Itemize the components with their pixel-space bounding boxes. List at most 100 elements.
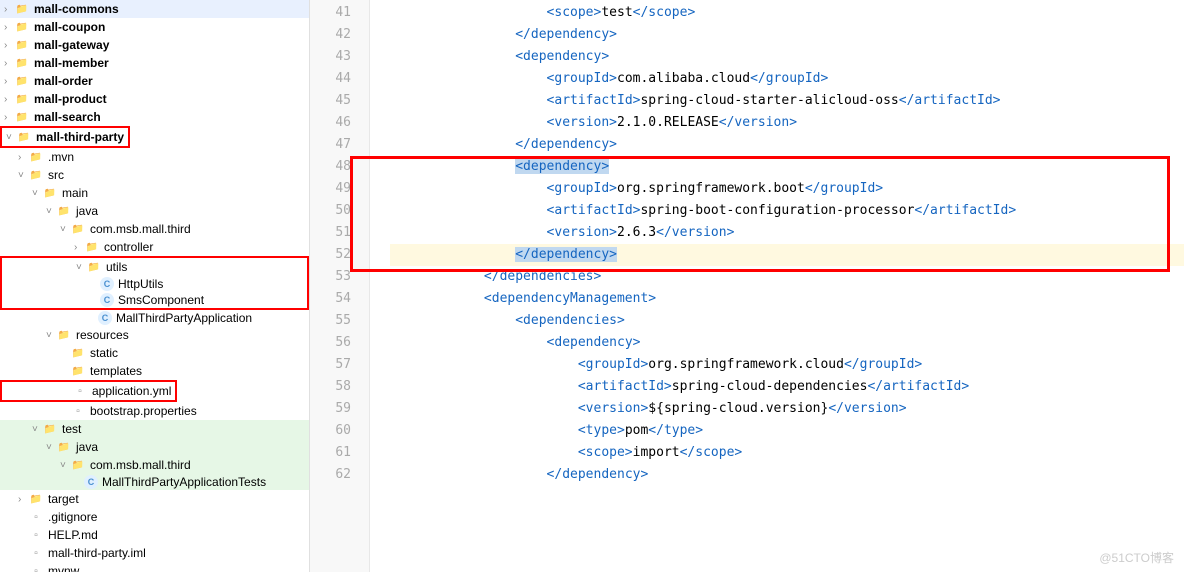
- tree-item-label: mall-coupon: [34, 20, 105, 34]
- code-line-60[interactable]: <type>pom</type>: [390, 420, 1184, 442]
- tree-item-label: SmsComponent: [118, 293, 204, 307]
- expand-arrow[interactable]: ›: [4, 112, 14, 123]
- tree-item-controller[interactable]: ›📁controller: [0, 238, 309, 256]
- tree-item-mvnw[interactable]: ▫mvnw: [0, 562, 309, 572]
- xml-text: spring-boot-configuration-processor: [640, 203, 914, 218]
- tree-item-mall-third-party-iml[interactable]: ▫mall-third-party.iml: [0, 544, 309, 562]
- tree-item-label: MallThirdPartyApplicationTests: [102, 475, 266, 489]
- tree-item-mall-gateway[interactable]: ›📁mall-gateway: [0, 36, 309, 54]
- expand-arrow[interactable]: ˅: [32, 188, 42, 199]
- expand-arrow[interactable]: ˅: [6, 132, 16, 143]
- folder-icon: 📁: [56, 439, 72, 455]
- code-line-49[interactable]: <groupId>org.springframework.boot</group…: [390, 178, 1184, 200]
- line-number: 55: [310, 310, 369, 332]
- code-line-41[interactable]: <scope>test</scope>: [390, 2, 1184, 24]
- code-line-62[interactable]: </dependency>: [390, 464, 1184, 486]
- xml-text: 2.6.3: [617, 225, 656, 240]
- xml-tag: </dependency>: [515, 27, 617, 42]
- expand-arrow[interactable]: ›: [4, 4, 14, 15]
- tree-item-java[interactable]: ˅📁java: [0, 202, 309, 220]
- code-line-42[interactable]: </dependency>: [390, 24, 1184, 46]
- code-line-55[interactable]: <dependencies>: [390, 310, 1184, 332]
- code-line-44[interactable]: <groupId>com.alibaba.cloud</groupId>: [390, 68, 1184, 90]
- code-line-59[interactable]: <version>${spring-cloud.version}</versio…: [390, 398, 1184, 420]
- folder-icon: 📁: [14, 109, 30, 125]
- code-editor[interactable]: 4142434445464748495051525354555657585960…: [310, 0, 1184, 572]
- tree-item-src[interactable]: ˅📁src: [0, 166, 309, 184]
- code-line-61[interactable]: <scope>import</scope>: [390, 442, 1184, 464]
- tree-item-application-yml[interactable]: ▫application.yml: [2, 382, 175, 400]
- expand-arrow[interactable]: ›: [4, 40, 14, 51]
- code-area[interactable]: <scope>test</scope> </dependency> <depen…: [370, 0, 1184, 572]
- tree-item-mall-coupon[interactable]: ›📁mall-coupon: [0, 18, 309, 36]
- expand-arrow[interactable]: ˅: [32, 424, 42, 435]
- code-line-51[interactable]: <version>2.6.3</version>: [390, 222, 1184, 244]
- tree-item-java[interactable]: ˅📁 java: [0, 438, 309, 456]
- tree-item-label: mall-commons: [34, 2, 119, 16]
- tree-item-templates[interactable]: 📁templates: [0, 362, 309, 380]
- code-line-47[interactable]: </dependency>: [390, 134, 1184, 156]
- code-line-46[interactable]: <version>2.1.0.RELEASE</version>: [390, 112, 1184, 134]
- tree-item--mvn[interactable]: ›📁.mvn: [0, 148, 309, 166]
- tree-item--gitignore[interactable]: ▫.gitignore: [0, 508, 309, 526]
- folder-icon: 📁: [28, 491, 44, 507]
- tree-item-test[interactable]: ˅📁test: [0, 420, 309, 438]
- tree-item-label: java: [76, 204, 98, 218]
- expand-arrow[interactable]: ˅: [60, 224, 70, 235]
- tree-item-mallthirdpartyapplication[interactable]: CMallThirdPartyApplication: [0, 310, 309, 326]
- expand-arrow[interactable]: ›: [4, 58, 14, 69]
- code-line-56[interactable]: <dependency>: [390, 332, 1184, 354]
- code-line-57[interactable]: <groupId>org.springframework.cloud</grou…: [390, 354, 1184, 376]
- tree-item-mall-product[interactable]: ›📁mall-product: [0, 90, 309, 108]
- expand-arrow[interactable]: ›: [4, 94, 14, 105]
- code-line-58[interactable]: <artifactId>spring-cloud-dependencies</a…: [390, 376, 1184, 398]
- tree-item-com-msb-mall-third[interactable]: ˅📁com.msb.mall.third: [0, 456, 309, 474]
- folder-icon: 📁: [86, 259, 102, 275]
- expand-arrow[interactable]: ›: [4, 22, 14, 33]
- code-line-54[interactable]: <dependencyManagement>: [390, 288, 1184, 310]
- code-line-50[interactable]: <artifactId>spring-boot-configuration-pr…: [390, 200, 1184, 222]
- tree-item-target[interactable]: ›📁target: [0, 490, 309, 508]
- expand-arrow[interactable]: ˅: [18, 170, 28, 181]
- tree-item-mall-order[interactable]: ›📁mall-order: [0, 72, 309, 90]
- tree-item-bootstrap-properties[interactable]: ▫bootstrap.properties: [0, 402, 309, 420]
- expand-arrow[interactable]: ˅: [60, 460, 70, 471]
- xml-tag: </scope>: [680, 445, 743, 460]
- expand-arrow[interactable]: ›: [18, 494, 28, 505]
- tree-item-mall-third-party[interactable]: ˅📁mall-third-party: [2, 128, 128, 146]
- folder-icon: 📁: [42, 421, 58, 437]
- tree-item-help-md[interactable]: ▫HELP.md: [0, 526, 309, 544]
- tree-item-mallthirdpartyapplicationtests[interactable]: CMallThirdPartyApplicationTests: [0, 474, 309, 490]
- code-line-52[interactable]: </dependency>: [390, 244, 1184, 266]
- code-line-43[interactable]: <dependency>: [390, 46, 1184, 68]
- tree-item-label: mall-gateway: [34, 38, 109, 52]
- project-tree[interactable]: ›📁mall-commons›📁mall-coupon›📁mall-gatewa…: [0, 0, 310, 572]
- tree-item-label: controller: [104, 240, 153, 254]
- xml-tag: </groupId>: [750, 71, 828, 86]
- code-line-53[interactable]: </dependencies>: [390, 266, 1184, 288]
- tree-item-com-msb-mall-third[interactable]: ˅📁com.msb.mall.third: [0, 220, 309, 238]
- tree-item-static[interactable]: 📁static: [0, 344, 309, 362]
- code-line-45[interactable]: <artifactId>spring-cloud-starter-aliclou…: [390, 90, 1184, 112]
- tree-item-label: java: [76, 440, 98, 454]
- expand-arrow[interactable]: ›: [74, 242, 84, 253]
- expand-arrow[interactable]: ˅: [46, 330, 56, 341]
- expand-arrow[interactable]: ˅: [46, 206, 56, 217]
- tree-item-resources[interactable]: ˅📁resources: [0, 326, 309, 344]
- tree-item-mall-search[interactable]: ›📁mall-search: [0, 108, 309, 126]
- tree-item-label: main: [62, 186, 88, 200]
- tree-item-utils[interactable]: ˅📁utils: [2, 258, 307, 276]
- code-line-48[interactable]: <dependency>: [390, 156, 1184, 178]
- tree-item-main[interactable]: ˅📁main: [0, 184, 309, 202]
- tree-item-mall-commons[interactable]: ›📁mall-commons: [0, 0, 309, 18]
- expand-arrow[interactable]: ›: [18, 152, 28, 163]
- tree-item-httputils[interactable]: CHttpUtils: [2, 276, 307, 292]
- tree-item-mall-member[interactable]: ›📁mall-member: [0, 54, 309, 72]
- expand-arrow[interactable]: ˅: [76, 262, 86, 273]
- xml-tag: </version>: [719, 115, 797, 130]
- line-number: 47: [310, 134, 369, 156]
- expand-arrow[interactable]: ˅: [46, 442, 56, 453]
- line-number: 50: [310, 200, 369, 222]
- expand-arrow[interactable]: ›: [4, 76, 14, 87]
- tree-item-smscomponent[interactable]: CSmsComponent: [2, 292, 307, 308]
